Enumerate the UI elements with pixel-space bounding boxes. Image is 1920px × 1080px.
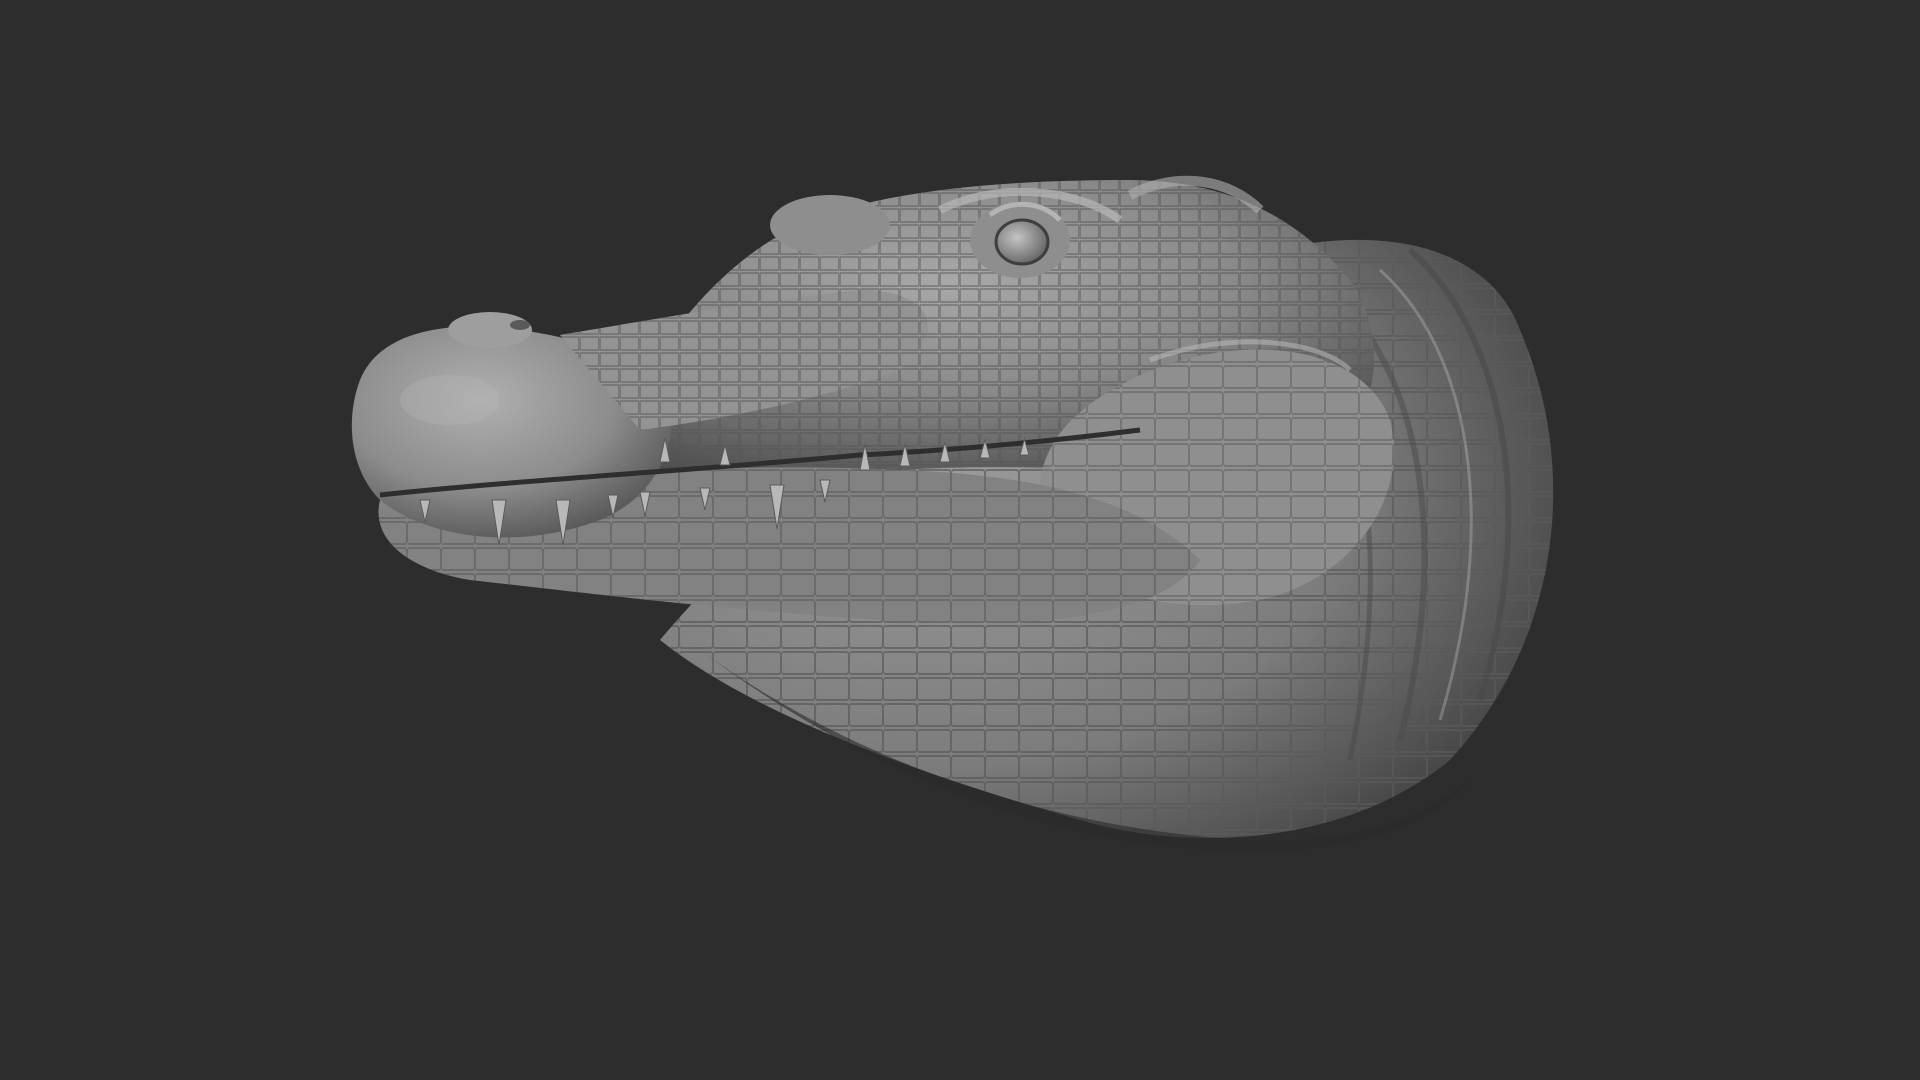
crocodile-eye: [970, 201, 1070, 278]
crocodile-head-sculpt: [351, 175, 1554, 852]
3d-viewport[interactable]: [0, 0, 1920, 1080]
